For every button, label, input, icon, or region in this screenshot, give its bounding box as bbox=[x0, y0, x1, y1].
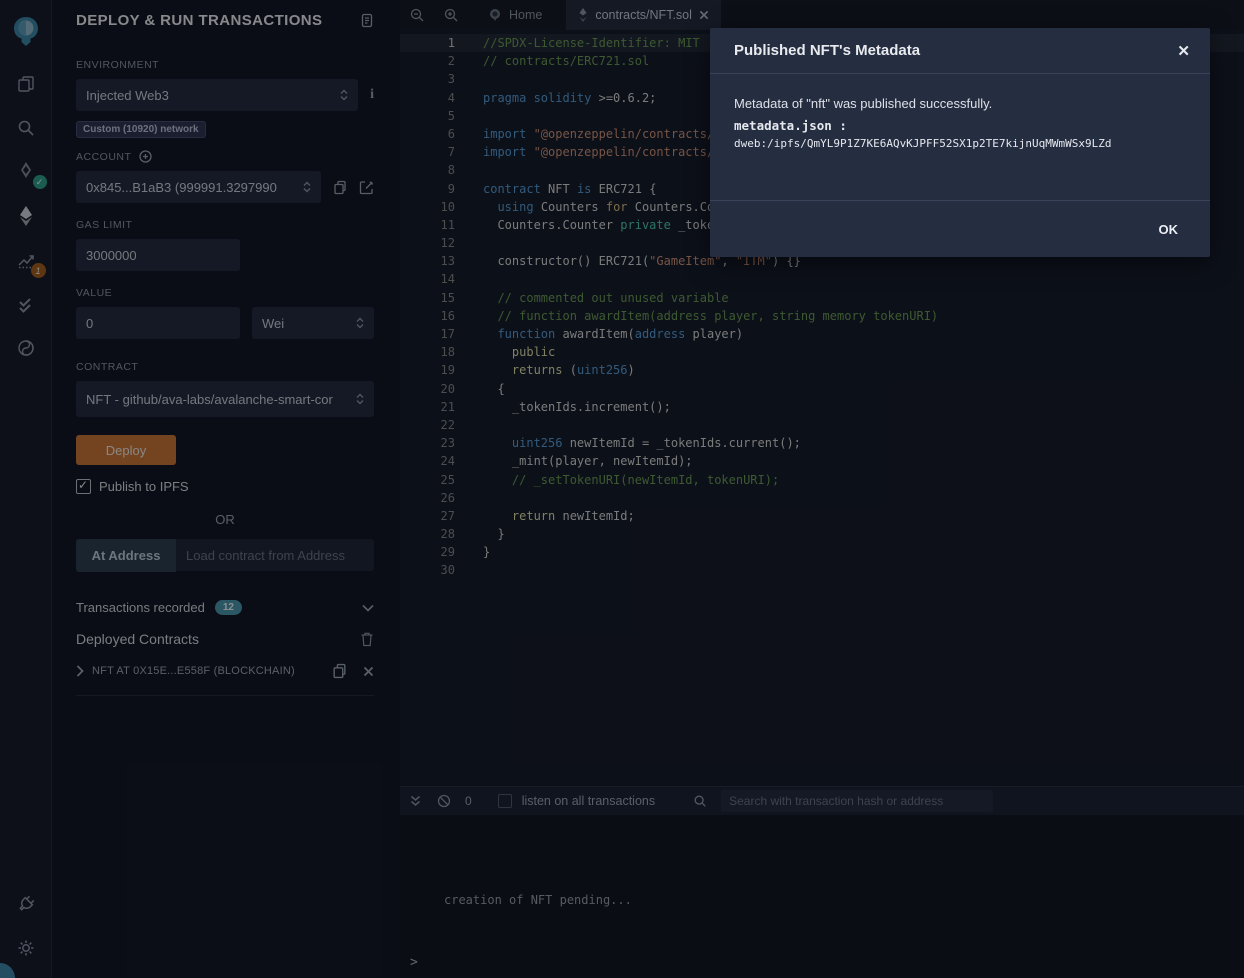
modal-filename: metadata.json : bbox=[734, 118, 1186, 133]
remix-ide-window: ✓ 1 DEPLOY & RUN TRANSACTIONS bbox=[0, 0, 1244, 978]
modal-title: Published NFT's Metadata bbox=[734, 42, 1177, 59]
published-metadata-modal: Published NFT's Metadata ✕ Metadata of "… bbox=[710, 28, 1210, 257]
modal-ipfs-hash: dweb:/ipfs/QmYL9P1Z7KE6AQvKJPFF52SX1p2TE… bbox=[734, 137, 1186, 150]
modal-message: Metadata of "nft" was published successf… bbox=[734, 96, 1186, 111]
modal-ok-button[interactable]: OK bbox=[1159, 222, 1179, 237]
modal-close-icon[interactable]: ✕ bbox=[1177, 42, 1190, 60]
